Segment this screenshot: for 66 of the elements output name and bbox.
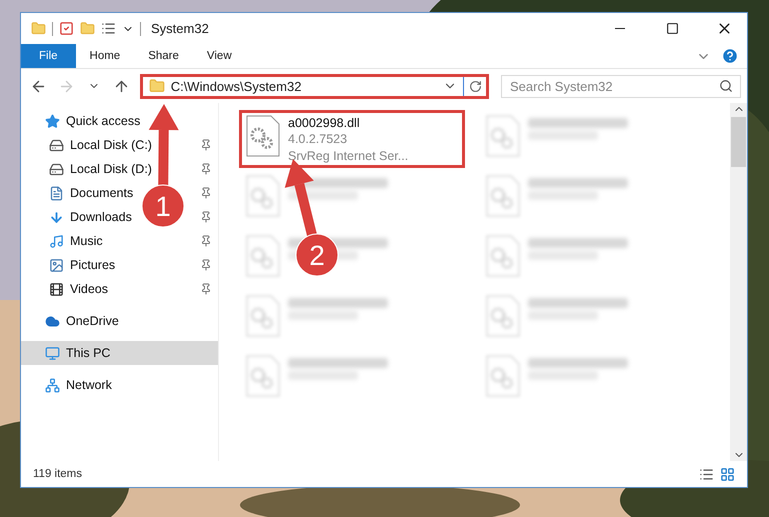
ribbon-tab[interactable]: Home: [76, 44, 134, 68]
settings-file-icon: [486, 115, 520, 157]
checklist-icon[interactable]: [59, 21, 74, 36]
maximize-icon: [666, 22, 678, 35]
sidebar-item[interactable]: Network: [21, 373, 218, 397]
drive-icon: [49, 162, 64, 176]
details-view-icon[interactable]: [699, 466, 714, 482]
sidebar-item[interactable]: Downloads: [70, 210, 132, 224]
help-icon[interactable]: [721, 47, 739, 65]
pin-icon[interactable]: [200, 259, 212, 271]
image-icon: [49, 258, 64, 272]
step-number: 2: [309, 240, 325, 271]
refresh-icon: [468, 80, 482, 92]
scrollbar[interactable]: [730, 103, 747, 461]
pin-icon[interactable]: [200, 187, 212, 199]
file-item[interactable]: a0002998.dll 4.0.2.7523 SrvReg Internet Ser...: [239, 110, 465, 168]
pin-icon[interactable]: [200, 139, 212, 151]
window-title: System32: [151, 21, 210, 36]
cloud-icon: [45, 314, 60, 328]
settings-file-icon: [246, 175, 280, 217]
search-field[interactable]: Search System32: [501, 74, 741, 98]
minimize-icon: [615, 28, 625, 29]
large-icons-view-icon[interactable]: [720, 466, 735, 482]
file-name: a0002998.dll: [288, 115, 361, 131]
scroll-thumb[interactable]: [731, 117, 746, 167]
sidebar-item[interactable]: Pictures: [70, 258, 116, 272]
monitor-icon: [45, 346, 60, 360]
file-menu-tab[interactable]: File: [21, 44, 76, 68]
properties-icon[interactable]: [101, 21, 116, 36]
search-icon[interactable]: [719, 78, 733, 92]
settings-file-icon: [246, 235, 280, 277]
file-detail: SrvReg Internet Ser...: [288, 148, 408, 165]
ribbon-tab[interactable]: Share: [134, 44, 193, 68]
file-detail: 4.0.2.7523: [288, 131, 348, 148]
settings-file-icon: [246, 295, 280, 337]
address-field[interactable]: C:\Windows\System32: [140, 74, 489, 98]
document-icon: [49, 186, 64, 200]
pin-icon[interactable]: [200, 235, 212, 247]
pin-icon[interactable]: [200, 211, 212, 223]
film-icon: [49, 282, 64, 296]
sidebar-item[interactable]: Music: [70, 234, 103, 248]
star-icon: [45, 114, 60, 128]
ribbon-tab[interactable]: View: [192, 44, 246, 68]
settings-file-icon: [486, 235, 520, 277]
sidebar-item[interactable]: OneDrive: [21, 309, 218, 333]
item-count: 119 items: [33, 468, 84, 480]
sidebar-item[interactable]: Local Disk (C:): [70, 138, 152, 152]
settings-file-icon: [486, 355, 520, 397]
settings-file-icon: [246, 115, 280, 157]
step-number: 1: [155, 191, 171, 222]
sidebar-item[interactable]: Videos: [70, 282, 108, 296]
pin-icon[interactable]: [200, 163, 212, 175]
sidebar-item[interactable]: This PC: [21, 341, 218, 365]
network-icon: [45, 378, 60, 392]
drive-icon: [49, 138, 64, 152]
sidebar-item[interactable]: Local Disk (D:): [70, 162, 152, 176]
pin-icon[interactable]: [200, 283, 212, 295]
download-icon: [49, 210, 64, 224]
settings-file-icon: [246, 355, 280, 397]
address-path: C:\Windows\System32: [170, 78, 302, 94]
settings-file-icon: [486, 175, 520, 217]
settings-file-icon: [486, 295, 520, 337]
sidebar-item[interactable]: Quick access: [21, 109, 218, 133]
sidebar-item[interactable]: Documents: [70, 186, 134, 200]
folder-icon: [148, 78, 165, 94]
music-note-icon: [49, 234, 64, 248]
